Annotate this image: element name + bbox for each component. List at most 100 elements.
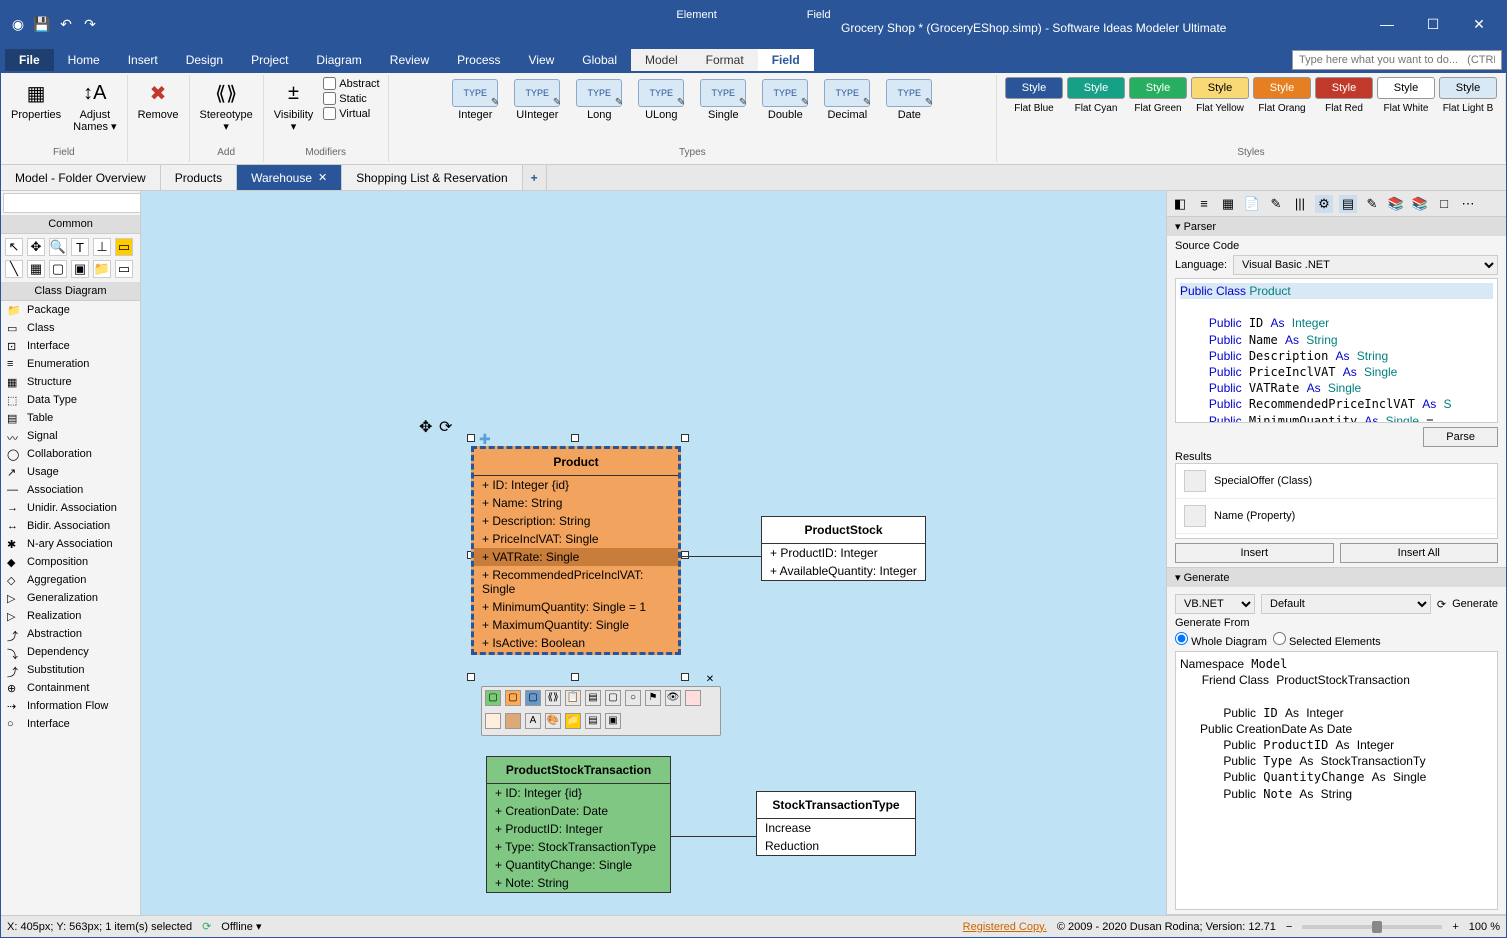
visibility-button[interactable]: ± Visibility ▾ bbox=[272, 77, 316, 135]
help-search-input[interactable] bbox=[1292, 50, 1502, 70]
rt-icon[interactable]: ⋯ bbox=[1459, 195, 1477, 213]
ft-icon[interactable]: ▣ bbox=[605, 713, 621, 729]
rt-icon[interactable]: ◧ bbox=[1171, 195, 1189, 213]
enum-value[interactable]: Reduction bbox=[757, 837, 915, 855]
uml-class-product-stock[interactable]: ProductStock + ProductID: Integer + Avai… bbox=[761, 516, 926, 581]
menu-process[interactable]: Process bbox=[443, 49, 514, 71]
toolbox-item[interactable]: 〰Signal bbox=[1, 427, 140, 445]
toolbox-item[interactable]: ⊡Interface bbox=[1, 337, 140, 355]
style-flat-white[interactable]: Style bbox=[1377, 77, 1435, 99]
refresh-icon[interactable]: ⟳ bbox=[1437, 598, 1446, 611]
toolbox-item[interactable]: —Association bbox=[1, 481, 140, 499]
ft-icon[interactable]: ⚑ bbox=[645, 690, 661, 706]
ft-color[interactable] bbox=[685, 690, 701, 706]
help-search[interactable] bbox=[1292, 50, 1502, 70]
toolbox-item[interactable]: ⤵Dependency bbox=[1, 643, 140, 661]
maximize-button[interactable]: ☐ bbox=[1410, 9, 1456, 39]
menu-diagram[interactable]: Diagram bbox=[302, 49, 375, 71]
box-icon[interactable]: ▢ bbox=[49, 260, 67, 278]
registered-link[interactable]: Registered Copy. bbox=[963, 921, 1047, 933]
attr[interactable]: + Type: StockTransactionType bbox=[487, 838, 670, 856]
type-decimal[interactable]: TYPEDecimal bbox=[820, 77, 874, 123]
tab-overview[interactable]: Model - Folder Overview bbox=[1, 165, 161, 190]
toolbox-item[interactable]: ⇢Information Flow bbox=[1, 697, 140, 715]
close-icon[interactable]: ✕ bbox=[318, 171, 327, 184]
style-flat-cyan[interactable]: Style bbox=[1067, 77, 1125, 99]
selected-elements-radio[interactable]: Selected Elements bbox=[1273, 632, 1381, 648]
type-integer[interactable]: TYPEInteger bbox=[448, 77, 502, 123]
frame-icon[interactable]: ▭ bbox=[115, 260, 133, 278]
image-icon[interactable]: ▣ bbox=[71, 260, 89, 278]
menu-home[interactable]: Home bbox=[54, 49, 114, 71]
toolbox-item[interactable]: ◆Composition bbox=[1, 553, 140, 571]
type-uinteger[interactable]: TYPEUInteger bbox=[510, 77, 564, 123]
parser-source-code[interactable]: Public Class Product Public ID As Intege… bbox=[1175, 278, 1498, 423]
menu-field[interactable]: Field bbox=[758, 49, 814, 71]
ft-icon[interactable]: 👁 bbox=[665, 690, 681, 706]
parse-button[interactable]: Parse bbox=[1423, 427, 1498, 447]
ft-color[interactable] bbox=[505, 713, 521, 729]
gen-language-select[interactable]: VB.NET bbox=[1175, 594, 1255, 614]
tab-shopping[interactable]: Shopping List & Reservation bbox=[342, 165, 522, 190]
toolbox-item[interactable]: →Unidir. Association bbox=[1, 499, 140, 517]
uml-enum-transaction-type[interactable]: StockTransactionType Increase Reduction bbox=[756, 791, 916, 856]
ft-icon[interactable]: 📋 bbox=[565, 690, 581, 706]
generate-button[interactable]: Generate bbox=[1452, 598, 1498, 610]
redo-icon[interactable]: ↷ bbox=[81, 15, 99, 33]
style-flat-orange[interactable]: Style bbox=[1253, 77, 1311, 99]
toolbox-item[interactable]: 📁Package bbox=[1, 301, 140, 319]
type-long[interactable]: TYPELong bbox=[572, 77, 626, 123]
rect-icon[interactable]: ▭ bbox=[115, 238, 133, 256]
adjust-names-button[interactable]: ↕A Adjust Names ▾ bbox=[71, 77, 118, 135]
ft-icon[interactable]: ▤ bbox=[585, 690, 601, 706]
rt-icon[interactable]: □ bbox=[1435, 195, 1453, 213]
zoom-slider[interactable] bbox=[1302, 925, 1442, 929]
uml-class-product[interactable]: Product + ID: Integer {id} + Name: Strin… bbox=[471, 446, 681, 655]
rt-icon[interactable]: 📚 bbox=[1411, 195, 1429, 213]
toolbox-item[interactable]: ◯Collaboration bbox=[1, 445, 140, 463]
line-icon[interactable]: ╲ bbox=[5, 260, 23, 278]
sync-icon[interactable]: ⟳ bbox=[202, 920, 211, 933]
abstract-checkbox[interactable]: Abstract bbox=[323, 77, 379, 90]
add-tab-button[interactable]: + bbox=[523, 165, 547, 190]
minimize-button[interactable]: — bbox=[1364, 9, 1410, 39]
generated-code[interactable]: Namespace Model Friend Class ProductStoc… bbox=[1175, 651, 1498, 910]
menu-project[interactable]: Project bbox=[237, 49, 302, 71]
undo-icon[interactable]: ↶ bbox=[57, 15, 75, 33]
add-handle-icon[interactable]: ✥ bbox=[419, 417, 432, 437]
attr[interactable]: + RecommendedPriceInclVAT: Single bbox=[474, 566, 678, 598]
ft-color[interactable] bbox=[485, 713, 501, 729]
attr[interactable]: + CreationDate: Date bbox=[487, 802, 670, 820]
zoom-in-button[interactable]: + bbox=[1452, 921, 1458, 933]
rt-icon[interactable]: 📚 bbox=[1387, 195, 1405, 213]
rt-icon[interactable]: ||| bbox=[1291, 195, 1309, 213]
toolbox-item[interactable]: ↗Usage bbox=[1, 463, 140, 481]
connector-icon[interactable]: ⊥ bbox=[93, 238, 111, 256]
result-item[interactable]: Name (Property) bbox=[1176, 499, 1497, 534]
gen-template-select[interactable]: Default bbox=[1261, 594, 1431, 614]
move-icon[interactable]: ✥ bbox=[27, 238, 45, 256]
language-select[interactable]: Visual Basic .NET bbox=[1233, 255, 1498, 275]
toolbox-item[interactable]: ▷Generalization bbox=[1, 589, 140, 607]
toolbox-item[interactable]: ▤Table bbox=[1, 409, 140, 427]
style-flat-yellow[interactable]: Style bbox=[1191, 77, 1249, 99]
type-double[interactable]: TYPEDouble bbox=[758, 77, 812, 123]
result-item[interactable]: SpecialOffer (Class) bbox=[1176, 464, 1497, 499]
rt-icon[interactable]: ✎ bbox=[1363, 195, 1381, 213]
diagram-canvas[interactable]: ✥ ⟳ ✚ Product + ID: Integer {id} + Name:… bbox=[141, 191, 1166, 915]
toolbox-item[interactable]: ◇Aggregation bbox=[1, 571, 140, 589]
ft-icon[interactable]: 📁 bbox=[565, 713, 581, 729]
insert-button[interactable]: Insert bbox=[1175, 543, 1334, 563]
attr[interactable]: + MaximumQuantity: Single bbox=[474, 616, 678, 634]
collapse-icon[interactable]: ▾ bbox=[1175, 571, 1181, 584]
attr[interactable]: + MinimumQuantity: Single = 1 bbox=[474, 598, 678, 616]
toolbox-item[interactable]: ≡Enumeration bbox=[1, 355, 140, 373]
attr[interactable]: + ID: Integer {id} bbox=[474, 476, 678, 494]
menu-format[interactable]: Format bbox=[692, 49, 758, 71]
toolbox-item[interactable]: ⤴Abstraction bbox=[1, 625, 140, 643]
zoom-level[interactable]: 100 % bbox=[1469, 921, 1500, 933]
attr[interactable]: + ProductID: Integer bbox=[487, 820, 670, 838]
rotate-handle-icon[interactable]: ⟳ bbox=[439, 417, 452, 437]
attr[interactable]: + ProductID: Integer bbox=[762, 544, 925, 562]
tab-warehouse[interactable]: Warehouse✕ bbox=[237, 165, 342, 190]
